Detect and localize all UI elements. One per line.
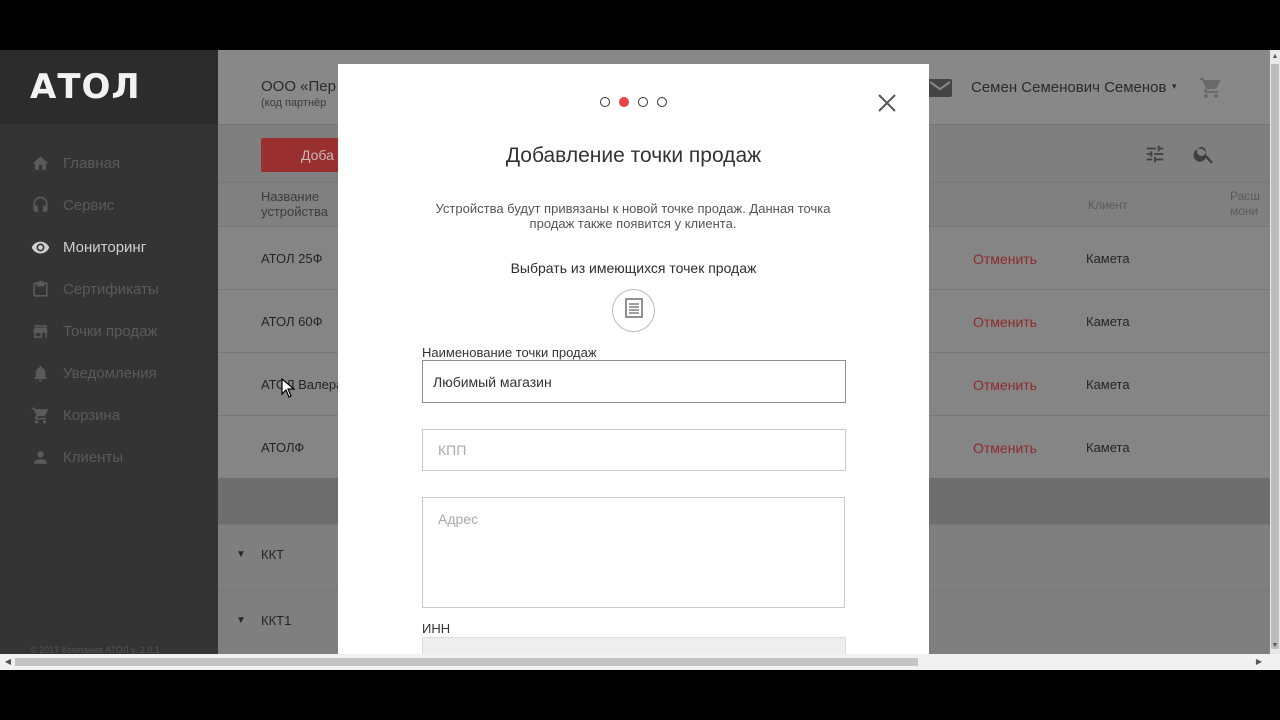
bell-icon [30,363,50,383]
scroll-left-arrow-icon[interactable]: ◀ [2,655,14,669]
app-viewport: АТОЛ Главная Сервис Мониторинг Сертифика… [0,50,1280,670]
sidebar-item-label: Главная [63,154,121,172]
sales-point-name-input[interactable] [422,360,846,403]
eye-icon [30,237,50,257]
sidebar: АТОЛ Главная Сервис Мониторинг Сертифика… [0,50,218,670]
sidebar-item-label: Клиенты [63,448,124,466]
group-label: ККТ1 [261,613,292,628]
step-indicator [600,97,667,107]
sidebar-item-certificates[interactable]: Сертификаты [0,268,218,310]
client-name: Камета [1086,440,1130,455]
document-icon [623,297,645,324]
modal-description: Устройства будут привязаны к новой точке… [435,201,831,231]
scroll-down-arrow-icon[interactable]: ▼ [1270,641,1280,651]
step-dot [600,97,610,107]
sidebar-item-label: Мониторинг [63,238,147,256]
client-name: Камета [1086,251,1130,266]
sidebar-item-label: Сервис [63,196,115,214]
headset-icon [30,195,50,215]
sidebar-item-notifications[interactable]: Уведомления [0,352,218,394]
sidebar-item-clients[interactable]: Клиенты [0,436,218,478]
horizontal-scroll-thumb[interactable] [15,658,918,666]
scroll-right-arrow-icon[interactable]: ▶ [1253,655,1265,669]
modal-title: Добавление точки продаж [505,144,762,167]
caret-down-icon[interactable]: ▼ [236,615,246,626]
column-header-client[interactable]: Клиент [1088,198,1128,212]
device-name: АТОЛ 25Ф [261,251,323,266]
inn-label: ИНН [422,621,451,636]
client-name: Камета [1086,314,1130,329]
person-icon [30,447,50,467]
home-icon [30,153,50,173]
sidebar-item-sales-points[interactable]: Точки продаж [0,310,218,352]
choose-existing-button[interactable] [612,289,655,332]
org-name: ООО «Пер [261,78,336,95]
search-icon[interactable] [1192,142,1216,171]
sidebar-item-cart[interactable]: Корзина [0,394,218,436]
header-cart-icon[interactable] [1199,76,1223,105]
close-icon[interactable] [876,92,898,114]
cancel-link[interactable]: Отменить [973,251,1037,267]
step-dot [638,97,648,107]
device-name: АТОЛ 60Ф [261,314,323,329]
store-icon [30,321,50,341]
mail-icon[interactable] [928,79,952,102]
cart-icon [30,405,50,425]
sidebar-nav: Главная Сервис Мониторинг Сертификаты То… [0,142,218,478]
cancel-link[interactable]: Отменить [973,440,1037,456]
sidebar-item-label: Корзина [63,406,121,424]
sidebar-item-label: Уведомления [63,364,157,382]
sidebar-item-label: Сертификаты [63,280,159,298]
add-sales-point-modal: Добавление точки продаж Устройства будут… [338,64,929,670]
device-name: АТОЛ Валера [261,377,344,392]
device-name: АТОЛФ [261,440,305,455]
scroll-up-arrow-icon[interactable]: ▲ [1270,52,1280,62]
user-menu[interactable]: Семен Семенович Семенов [971,79,1167,96]
cancel-link[interactable]: Отменить [973,314,1037,330]
clipboard-icon [30,279,50,299]
chevron-down-icon[interactable]: ▾ [1172,81,1177,92]
client-name: Камета [1086,377,1130,392]
sidebar-item-service[interactable]: Сервис [0,184,218,226]
sidebar-item-label: Точки продаж [63,322,158,340]
step-dot [657,97,667,107]
cancel-link[interactable]: Отменить [973,377,1037,393]
org-code: (код партнёр [261,97,327,109]
address-input[interactable] [422,497,845,608]
filter-icon[interactable] [1144,143,1166,170]
group-label: ККТ [261,547,285,562]
sidebar-item-home[interactable]: Главная [0,142,218,184]
scrollbar-corner [1270,654,1280,670]
logo-area: АТОЛ [0,50,218,124]
choose-existing-label: Выбрать из имеющихся точек продаж [510,260,757,276]
step-dot-active [619,97,629,107]
caret-down-icon[interactable]: ▼ [236,549,246,560]
mouse-cursor-icon [281,377,296,398]
column-header-ext[interactable]: Расш мони [1230,189,1270,219]
logo[interactable]: АТОЛ [30,67,141,107]
sales-point-name-label: Наименование точки продаж [422,345,597,360]
sidebar-item-monitoring[interactable]: Мониторинг [0,226,218,268]
kpp-input[interactable] [422,429,846,471]
vertical-scroll-thumb[interactable] [1271,64,1279,649]
